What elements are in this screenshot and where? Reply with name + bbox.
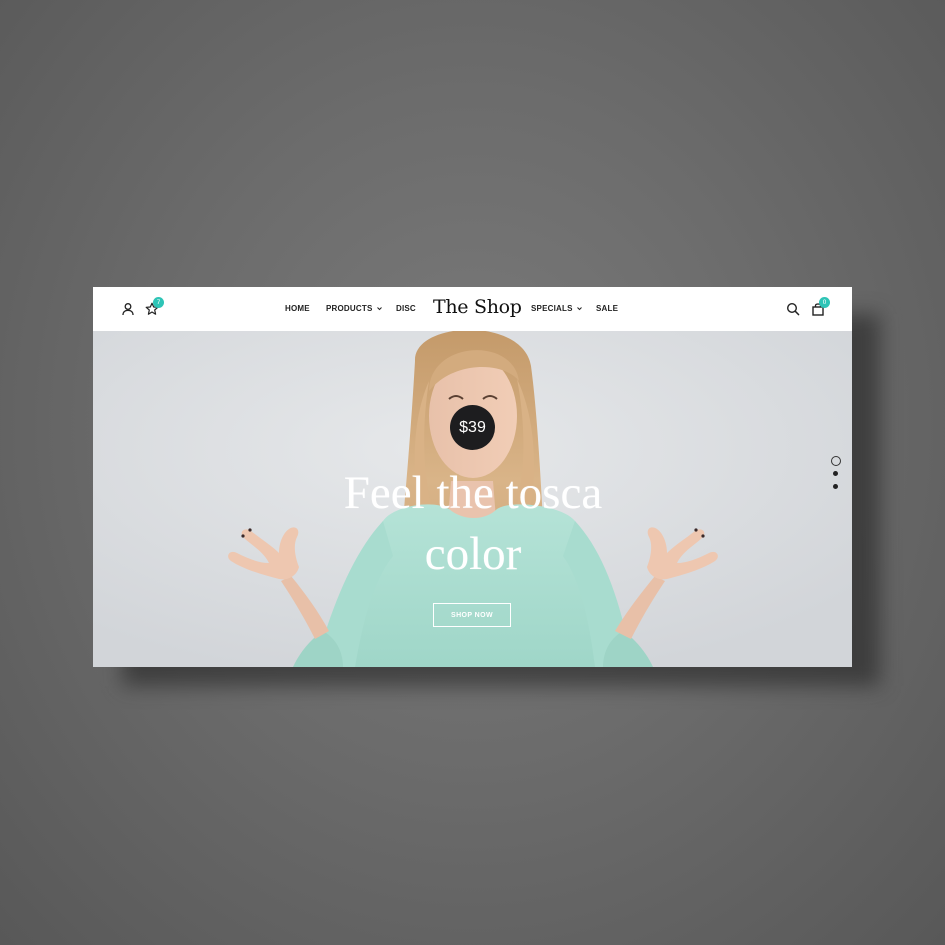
- cart-count-badge: 0: [819, 297, 830, 308]
- website-mockup: 7 HOME PRODUCTS DISC The Shop SPECIALS S…: [93, 287, 852, 667]
- site-header: 7 HOME PRODUCTS DISC The Shop SPECIALS S…: [93, 287, 852, 331]
- nav-products[interactable]: PRODUCTS: [326, 304, 383, 313]
- nav-home-label: HOME: [285, 304, 310, 313]
- slider-dot[interactable]: [833, 471, 838, 476]
- wishlist-count-badge: 7: [153, 297, 164, 308]
- chevron-down-icon: [376, 307, 382, 311]
- hero-headline: Feel the tosca color: [273, 463, 673, 585]
- shop-now-button[interactable]: SHOP NOW: [433, 603, 511, 627]
- slider-dot-active[interactable]: [831, 456, 841, 466]
- chevron-down-icon: [576, 307, 582, 311]
- hero-headline-line-2: color: [424, 528, 522, 580]
- nav-specials-label: SPECIALS: [531, 304, 573, 313]
- site-logo[interactable]: The Shop: [433, 296, 522, 318]
- nav-sale-label: SALE: [596, 304, 619, 313]
- hero-banner: $39 Feel the tosca color SHOP NOW: [93, 331, 852, 667]
- slider-dot[interactable]: [833, 484, 838, 489]
- nav-disc-label: DISC: [396, 304, 416, 313]
- nav-products-label: PRODUCTS: [326, 304, 373, 313]
- price-badge: $39: [450, 405, 495, 450]
- nav-home[interactable]: HOME: [285, 304, 310, 313]
- search-icon[interactable]: [786, 302, 800, 316]
- nav-specials[interactable]: SPECIALS: [531, 304, 583, 313]
- user-icon[interactable]: [121, 302, 135, 316]
- nav-disc[interactable]: DISC: [396, 304, 416, 313]
- hero-headline-line-1: Feel the tosca: [343, 467, 603, 519]
- nav-sale[interactable]: SALE: [596, 304, 618, 313]
